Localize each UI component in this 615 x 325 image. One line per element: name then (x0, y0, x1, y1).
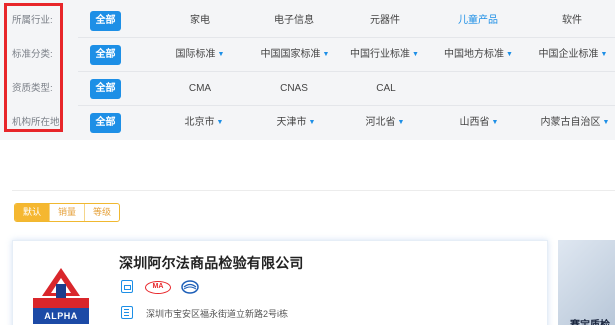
filter-option-label: 中国企业标准 (538, 49, 599, 60)
filter-option-active[interactable]: 儿童产品 (450, 4, 506, 38)
logo-text: ALPHA (44, 311, 78, 321)
caret-down-icon: ▼ (308, 119, 316, 126)
filter-option-label: 内蒙古自治区 (540, 117, 601, 128)
doc-icon (121, 280, 133, 293)
filter-option[interactable]: 软件 (552, 4, 592, 38)
caret-down-icon: ▼ (600, 51, 608, 58)
filter-dropdown[interactable]: 中国行业标准 ▼ (350, 38, 419, 72)
caret-down-icon: ▼ (412, 51, 419, 58)
filter-option-label: 山西省 (459, 117, 490, 128)
filter-panel: 所属行业: 全部 家电 电子信息 元器件 儿童产品 软件 标准分类: 全部 国际… (0, 0, 615, 140)
section-divider (12, 190, 615, 191)
caret-down-icon: ▼ (397, 119, 405, 126)
sort-default-button[interactable]: 默认 (15, 204, 51, 221)
filter-all-button-location[interactable]: 全部 (90, 113, 121, 133)
cnas-cert-icon (181, 280, 199, 294)
ma-cert-icon: MA (145, 281, 171, 294)
address-icon (121, 306, 133, 319)
filter-all-button-qualification[interactable]: 全部 (90, 79, 121, 99)
filter-option-label: 北京市 (184, 117, 215, 128)
highlight-annotation-box (4, 3, 63, 132)
side-card-text: 赛宝质检 (570, 316, 610, 325)
side-card-preview[interactable]: 赛宝质检 (558, 240, 615, 325)
filter-dropdown[interactable]: 中国国家标准 ▼ (256, 38, 334, 72)
filter-dropdown[interactable]: 天津市 ▼ (268, 106, 324, 140)
company-card[interactable]: ALPHA 深圳阿尔法商品检验有限公司 MA 深圳市宝安区福永街道立新路2号i栋 (12, 240, 548, 325)
filter-dropdown[interactable]: 河北省 ▼ (362, 106, 408, 140)
filter-dropdown[interactable]: 山西省 ▼ (456, 106, 502, 140)
filter-option-label: 天津市 (276, 117, 307, 128)
caret-down-icon: ▼ (506, 51, 513, 58)
sort-sales-button[interactable]: 销量 (50, 204, 86, 221)
sort-bar: 默认 销量 等级 (14, 203, 121, 222)
filter-all-button-standard[interactable]: 全部 (90, 45, 121, 65)
filter-option[interactable]: 元器件 (360, 4, 410, 38)
filter-dropdown[interactable]: 内蒙古自治区 ▼ (538, 106, 612, 140)
filter-option[interactable]: CNAS (274, 72, 314, 106)
filter-option[interactable]: 电子信息 (266, 4, 322, 38)
caret-down-icon: ▼ (217, 51, 225, 58)
filter-option[interactable]: CAL (366, 72, 406, 106)
company-address: 深圳市宝安区福永街道立新路2号i栋 (146, 309, 289, 319)
filter-row-industry: 所属行业: 全部 家电 电子信息 元器件 儿童产品 软件 (0, 4, 615, 38)
caret-down-icon: ▼ (491, 119, 499, 126)
filter-row-qualification: 资质类型: 全部 CMA CNAS CAL (0, 72, 615, 106)
filter-dropdown[interactable]: 国际标准 ▼ (170, 38, 230, 72)
company-name[interactable]: 深圳阿尔法商品检验有限公司 (119, 253, 304, 273)
filter-option-label: 中国地方标准 (444, 49, 504, 60)
caret-down-icon: ▼ (322, 51, 330, 58)
filter-row-standard: 标准分类: 全部 国际标准 ▼ 中国国家标准 ▼ 中国行业标准 ▼ 中国地方标准 ▼ 中… (0, 38, 615, 72)
filter-option-label: 中国行业标准 (350, 49, 410, 60)
sort-grade-button[interactable]: 等级 (85, 204, 119, 221)
filter-option-label: 中国国家标准 (260, 49, 321, 60)
filter-option-label: 河北省 (365, 117, 396, 128)
filter-option[interactable]: 家电 (176, 4, 224, 38)
filter-dropdown[interactable]: 北京市 ▼ (176, 106, 232, 140)
filter-dropdown[interactable]: 中国企业标准 ▼ (538, 38, 608, 72)
caret-down-icon: ▼ (602, 119, 610, 126)
filter-option[interactable]: CMA (180, 72, 220, 106)
company-logo[interactable]: ALPHA (33, 266, 89, 324)
filter-dropdown[interactable]: 中国地方标准 ▼ (444, 38, 513, 72)
filter-row-location: 机构所在地: 全部 北京市 ▼ 天津市 ▼ 河北省 ▼ 山西省 ▼ 内蒙古自治区 ▼ (0, 106, 615, 140)
caret-down-icon: ▼ (216, 119, 224, 126)
filter-all-button-industry[interactable]: 全部 (90, 11, 121, 31)
filter-option-label: 国际标准 (175, 49, 216, 60)
